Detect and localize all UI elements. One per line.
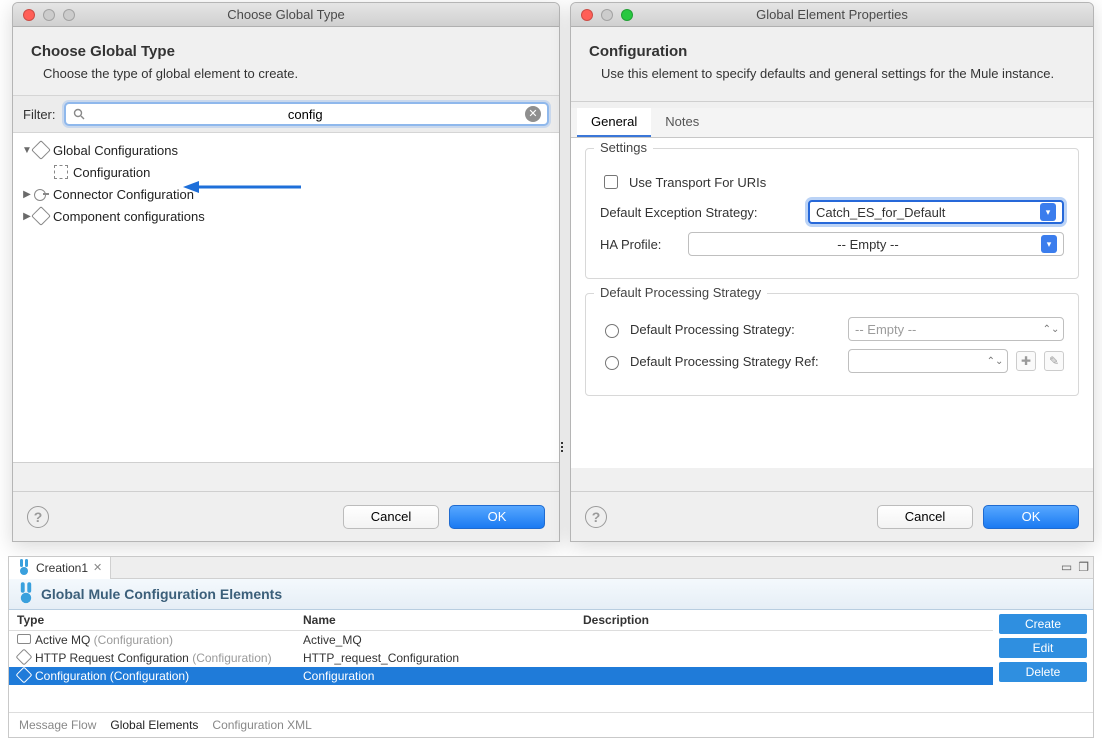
group-title-settings: Settings [594,140,653,155]
footer-tab-configuration-xml[interactable]: Configuration XML [212,718,311,732]
dps-ref-label: Default Processing Strategy Ref: [630,354,840,369]
annotation-arrow [183,180,303,194]
editor-tab-creation1[interactable]: Creation1 ✕ [9,557,111,579]
help-icon[interactable]: ? [27,506,49,528]
choose-global-type-dialog: Choose Global Type Choose Global Type Ch… [12,2,560,542]
global-elements-editor: Creation1 ✕ ▭ ❐ Global Mule Configuratio… [8,556,1094,738]
chevron-updown-icon: ⌃⌄ [989,352,1001,370]
tab-notes[interactable]: Notes [651,108,713,137]
group-title-dps: Default Processing Strategy [594,285,767,300]
global-element-properties-dialog: Global Element Properties Configuration … [570,2,1094,542]
titlebar: Choose Global Type [13,3,559,27]
filter-input-wrap[interactable]: ✕ [64,102,550,126]
filter-input[interactable] [86,106,526,123]
use-transport-checkbox[interactable] [604,175,618,189]
table-row[interactable]: Active MQ (Configuration) Active_MQ [9,631,993,649]
ha-profile-select[interactable]: -- Empty -- ▾ [688,232,1064,256]
window-title: Choose Global Type [13,7,559,22]
add-icon[interactable]: ✚ [1016,351,1036,371]
col-description[interactable]: Description [575,610,993,630]
disclosure-right-icon[interactable]: ▶ [21,189,33,200]
window-title: Global Element Properties [571,7,1093,22]
create-button[interactable]: Create [999,614,1087,634]
ha-profile-label: HA Profile: [600,237,680,252]
dialog-subheading: Use this element to specify defaults and… [601,66,1075,81]
footer-tab-global-elements[interactable]: Global Elements [110,718,198,732]
col-name[interactable]: Name [295,610,575,630]
default-exception-strategy-select[interactable]: Catch_ES_for_Default ▾ [808,200,1064,224]
clear-filter-icon[interactable]: ✕ [525,106,541,122]
delete-button[interactable]: Delete [999,662,1087,682]
cancel-button[interactable]: Cancel [343,505,439,529]
mule-icon [17,585,35,603]
settings-group: Settings Use Transport For URIs Default … [585,148,1079,279]
dps-radio[interactable] [605,324,619,338]
tree-node-global-configurations[interactable]: ▼ Global Configurations [17,139,555,161]
minimize-view-icon[interactable]: ▭ [1061,560,1072,574]
search-icon [72,107,86,121]
col-type[interactable]: Type [9,610,295,630]
table-row[interactable]: Configuration (Configuration) Configurat… [9,667,993,685]
http-icon [17,652,31,662]
titlebar: Global Element Properties [571,3,1093,27]
chevron-updown-icon: ⌃⌄ [1045,320,1057,338]
maximize-view-icon[interactable]: ❐ [1078,560,1089,574]
chevron-updown-icon: ▾ [1041,235,1057,253]
tab-general[interactable]: General [577,108,651,137]
footer-tab-message-flow[interactable]: Message Flow [19,718,96,732]
table-row[interactable]: HTTP Request Configuration (Configuratio… [9,649,993,667]
activemq-icon [17,634,31,644]
dialog-subheading: Choose the type of global element to cre… [43,66,541,81]
dps-ref-radio[interactable] [605,356,619,370]
edit-button[interactable]: Edit [999,638,1087,658]
mule-icon [17,561,31,575]
dialog-heading: Choose Global Type [31,43,541,60]
default-exception-strategy-label: Default Exception Strategy: [600,205,800,220]
ok-button[interactable]: OK [983,505,1079,529]
editor-heading: Global Mule Configuration Elements [41,586,282,602]
filter-label: Filter: [23,107,56,122]
dps-ref-select[interactable]: ⌃⌄ [848,349,1008,373]
divider-dots [559,440,565,460]
cancel-button[interactable]: Cancel [877,505,973,529]
connector-icon [34,187,48,201]
tree-node-component-configurations[interactable]: ▶ Component configurations [17,205,555,227]
global-config-icon [34,143,48,157]
global-elements-table: Type Name Description Active MQ (Configu… [9,610,993,712]
use-transport-label: Use Transport For URIs [629,175,766,190]
dps-select[interactable]: -- Empty -- ⌃⌄ [848,317,1064,341]
default-processing-strategy-group: Default Processing Strategy Default Proc… [585,293,1079,396]
dps-label: Default Processing Strategy: [630,322,840,337]
configuration-icon [54,165,68,179]
dialog-heading: Configuration [589,43,1075,60]
component-config-icon [34,209,48,223]
configuration-icon [17,670,31,680]
help-icon[interactable]: ? [585,506,607,528]
chevron-updown-icon: ▾ [1040,203,1056,221]
edit-icon[interactable]: ✎ [1044,351,1064,371]
close-tab-icon[interactable]: ✕ [93,561,102,574]
ok-button[interactable]: OK [449,505,545,529]
